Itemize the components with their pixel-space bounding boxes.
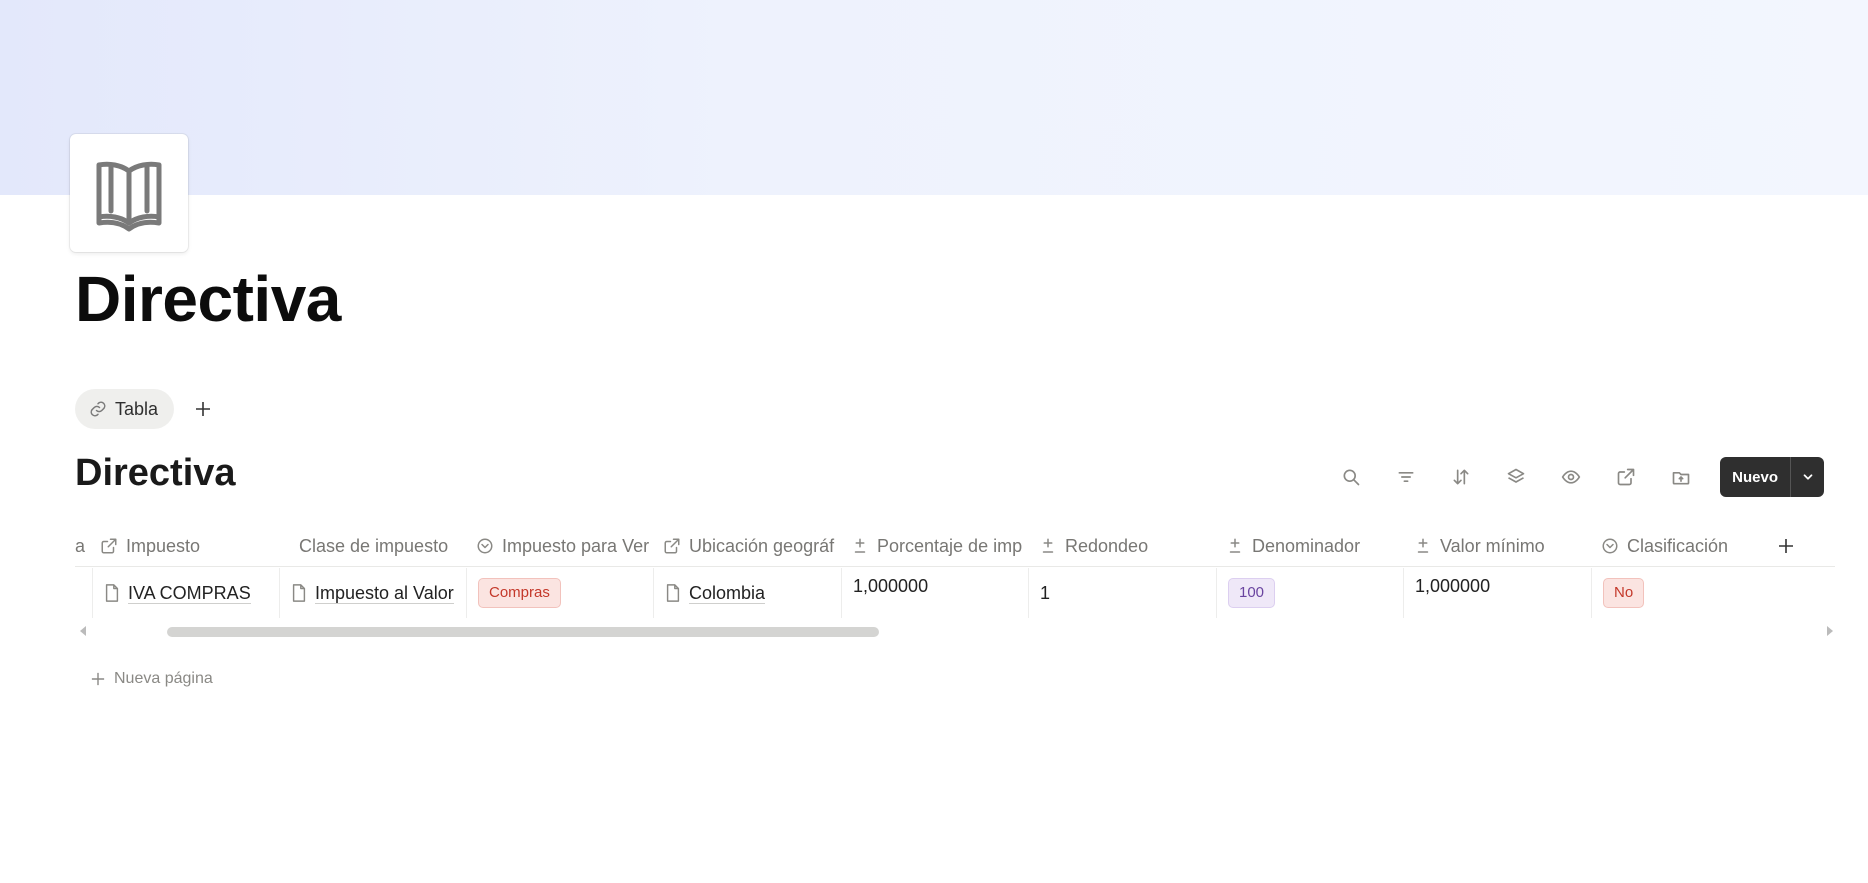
column-label: Impuesto bbox=[126, 535, 201, 556]
open-book-icon bbox=[96, 161, 162, 232]
new-dropdown-button[interactable] bbox=[1790, 457, 1824, 497]
column-header[interactable]: a bbox=[75, 525, 93, 567]
plus-icon bbox=[196, 402, 211, 416]
new-button-group: Nuevo bbox=[1720, 457, 1824, 497]
archive-icon bbox=[1672, 472, 1689, 485]
archive-button[interactable] bbox=[1653, 457, 1708, 497]
column-label: Clase de impuesto bbox=[299, 535, 449, 556]
scroll-thumb[interactable] bbox=[167, 627, 879, 637]
new-page-label: Nueva página bbox=[114, 670, 213, 687]
group-icon bbox=[1507, 468, 1524, 483]
table-row[interactable]: IVA COMPRAS Impuesto al Valor Compras Co… bbox=[75, 568, 1835, 618]
cell-number: 1 bbox=[1040, 582, 1051, 603]
column-header-impuesto-para-ventas[interactable]: Impuesto para Ver bbox=[476, 525, 654, 567]
chevron-down-icon bbox=[1803, 474, 1812, 480]
relation-icon bbox=[101, 538, 117, 554]
column-header-clasificacion[interactable]: Clasificación bbox=[1601, 525, 1731, 567]
column-header-redondeo[interactable]: Redondeo bbox=[1039, 525, 1217, 567]
column-label: Ubicación geográf bbox=[689, 535, 835, 556]
cell-impuesto[interactable]: IVA COMPRAS bbox=[92, 568, 280, 618]
cell-ubicacion-geografica[interactable]: Colombia bbox=[654, 568, 842, 618]
sort-button[interactable] bbox=[1433, 457, 1488, 497]
select-tag: Compras bbox=[478, 578, 561, 608]
database-title[interactable]: Directiva bbox=[75, 452, 236, 495]
filter-button[interactable] bbox=[1378, 457, 1433, 497]
cell-link[interactable]: Impuesto al Valor bbox=[315, 583, 454, 604]
view-tabs: Tabla bbox=[75, 389, 218, 429]
page-icon bbox=[105, 584, 119, 602]
page-icon bbox=[666, 584, 680, 602]
visibility-icon bbox=[1561, 470, 1580, 484]
new-page-button[interactable]: Nueva página bbox=[91, 670, 213, 688]
number-icon bbox=[854, 538, 866, 553]
page-title[interactable]: Directiva bbox=[75, 262, 341, 336]
column-label: Denominador bbox=[1252, 535, 1361, 556]
tab-label: Tabla bbox=[115, 398, 159, 419]
column-label: Impuesto para Ver bbox=[502, 535, 650, 556]
cell-number: 1,000000 bbox=[853, 576, 929, 596]
select-icon bbox=[1602, 538, 1618, 554]
page-icon[interactable] bbox=[70, 134, 188, 252]
sort-icon bbox=[1453, 469, 1469, 485]
column-header-denominador[interactable]: Denominador bbox=[1226, 525, 1404, 567]
column-header-valor-minimo[interactable]: Valor mínimo bbox=[1414, 525, 1592, 567]
add-column-button[interactable] bbox=[1771, 525, 1801, 567]
column-label: a bbox=[75, 535, 86, 556]
number-icon bbox=[1229, 538, 1241, 553]
plus-icon bbox=[91, 672, 105, 686]
cell-redondeo[interactable]: 1 bbox=[1029, 568, 1217, 618]
select-tag: 100 bbox=[1228, 578, 1276, 608]
scroll-right-icon[interactable] bbox=[1827, 626, 1833, 636]
page-cover bbox=[0, 0, 1868, 195]
cell-link[interactable]: Colombia bbox=[689, 583, 766, 604]
select-icon bbox=[477, 538, 493, 554]
plus-icon bbox=[1779, 539, 1793, 553]
tab-tabla[interactable]: Tabla bbox=[75, 389, 175, 429]
column-label: Porcentaje de imp bbox=[877, 535, 1023, 556]
number-icon bbox=[1417, 538, 1429, 553]
search-button[interactable] bbox=[1323, 457, 1378, 497]
add-view-button[interactable] bbox=[188, 394, 218, 424]
number-icon bbox=[1042, 538, 1054, 553]
page-icon bbox=[292, 584, 306, 602]
database-table: a Impuesto Clase de impuesto Impuesto pa… bbox=[75, 525, 1835, 627]
cell-clasificacion[interactable]: No bbox=[1592, 568, 1835, 618]
group-button[interactable] bbox=[1488, 457, 1543, 497]
visibility-button[interactable] bbox=[1543, 457, 1598, 497]
cell-link[interactable]: IVA COMPRAS bbox=[128, 583, 251, 604]
filter-icon bbox=[1398, 472, 1414, 482]
cell-number: 1,000000 bbox=[1415, 576, 1491, 596]
external-link-icon bbox=[1617, 468, 1634, 486]
scroll-left-icon[interactable] bbox=[80, 626, 86, 636]
column-label: Redondeo bbox=[1065, 535, 1149, 556]
relation-icon bbox=[664, 538, 680, 554]
column-label: Valor mínimo bbox=[1440, 535, 1545, 556]
column-header-porcentaje[interactable]: Porcentaje de imp bbox=[851, 525, 1029, 567]
cell-clase-de-impuesto[interactable]: Impuesto al Valor bbox=[280, 568, 467, 618]
column-header-impuesto[interactable]: Impuesto bbox=[100, 525, 270, 567]
cell-porcentaje[interactable]: 1,000000 bbox=[842, 568, 1029, 618]
link-icon bbox=[90, 401, 106, 417]
database-toolbar: Nuevo bbox=[1323, 457, 1824, 497]
search-icon bbox=[1343, 469, 1359, 486]
cell-denominador[interactable]: 100 bbox=[1217, 568, 1404, 618]
horizontal-scrollbar[interactable] bbox=[75, 624, 1835, 640]
column-header-ubicacion-geografica[interactable]: Ubicación geográf bbox=[663, 525, 841, 567]
new-button[interactable]: Nuevo bbox=[1720, 457, 1790, 497]
table-header: a Impuesto Clase de impuesto Impuesto pa… bbox=[75, 525, 1835, 567]
open-page-button[interactable] bbox=[1598, 457, 1653, 497]
cell-valor-minimo[interactable]: 1,000000 bbox=[1404, 568, 1592, 618]
column-header-clase-de-impuesto[interactable]: Clase de impuesto bbox=[299, 525, 457, 567]
cell-impuesto-para-ventas[interactable]: Compras bbox=[467, 568, 654, 618]
select-tag: No bbox=[1603, 578, 1645, 608]
column-label: Clasificación bbox=[1627, 535, 1729, 556]
